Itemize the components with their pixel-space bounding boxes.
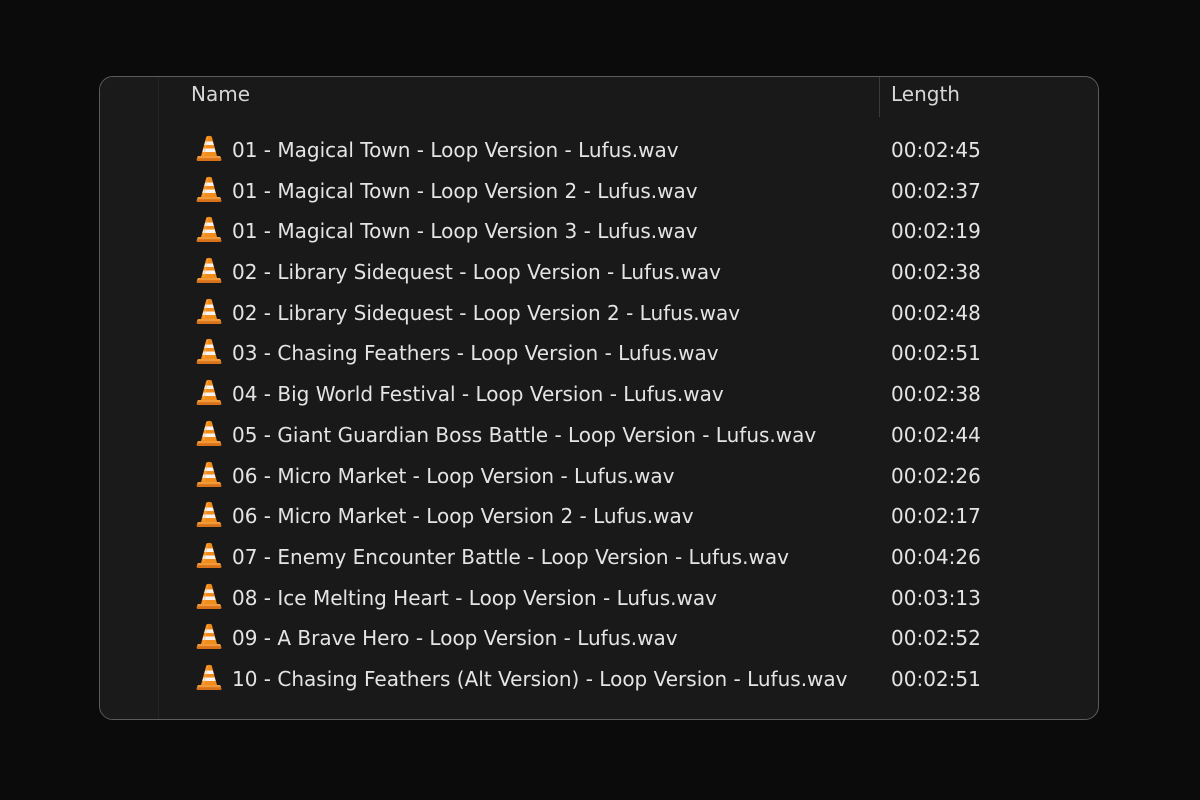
file-length: 00:03:13 [891,585,981,610]
file-name: 06 - Micro Market - Loop Version 2 - Luf… [232,504,694,529]
file-row[interactable]: 06 - Micro Market - Loop Version 2 - Luf… [159,497,1098,538]
vlc-cone-icon [196,176,222,202]
file-length: 00:02:37 [891,178,981,203]
file-row[interactable]: 06 - Micro Market - Loop Version - Lufus… [159,457,1098,498]
file-name: 02 - Library Sidequest - Loop Version - … [232,260,721,285]
navigation-pane [100,77,159,719]
vlc-cone-icon [196,583,222,609]
file-length: 00:04:26 [891,544,981,569]
file-row[interactable]: 03 - Chasing Feathers - Loop Version - L… [159,334,1098,375]
file-row[interactable]: 01 - Magical Town - Loop Version - Lufus… [159,131,1098,172]
column-header-name[interactable]: Name [191,81,250,107]
file-row[interactable]: 02 - Library Sidequest - Loop Version 2 … [159,294,1098,335]
file-row[interactable]: 04 - Big World Festival - Loop Version -… [159,375,1098,416]
file-length: 00:02:38 [891,260,981,285]
column-header-row: Name Length [159,77,1098,117]
file-name: 03 - Chasing Feathers - Loop Version - L… [232,341,719,366]
vlc-cone-icon [196,257,222,284]
file-name: 01 - Magical Town - Loop Version 3 - Luf… [232,219,698,244]
vlc-cone-icon [196,664,222,690]
vlc-cone-icon [196,339,222,365]
vlc-cone-icon [196,135,222,161]
file-name: 05 - Giant Guardian Boss Battle - Loop V… [232,422,817,447]
file-row[interactable]: 02 - Library Sidequest - Loop Version - … [159,253,1098,294]
file-row[interactable]: 07 - Enemy Encounter Battle - Loop Versi… [159,538,1098,579]
file-length: 00:02:51 [891,666,981,691]
column-divider[interactable] [879,77,880,117]
file-name: 08 - Ice Melting Heart - Loop Version - … [232,585,717,610]
file-length: 00:02:44 [891,422,981,447]
file-name: 07 - Enemy Encounter Battle - Loop Versi… [232,544,789,569]
vlc-cone-icon [196,298,222,324]
file-name: 10 - Chasing Feathers (Alt Version) - Lo… [232,666,848,691]
vlc-cone-icon [196,379,222,406]
vlc-cone-icon [196,624,222,650]
file-list: 01 - Magical Town - Loop Version - Lufus… [159,131,1098,701]
file-length: 00:02:48 [891,300,981,325]
vlc-cone-icon [196,502,222,528]
file-row[interactable]: 01 - Magical Town - Loop Version 3 - Luf… [159,212,1098,253]
vlc-cone-icon [196,461,222,487]
file-row[interactable]: 10 - Chasing Feathers (Alt Version) - Lo… [159,660,1098,701]
file-length: 00:02:51 [891,341,981,366]
file-name: 01 - Magical Town - Loop Version - Lufus… [232,138,679,162]
file-length: 00:02:26 [891,463,981,488]
file-name: 09 - A Brave Hero - Loop Version - Lufus… [232,626,678,651]
file-length: 00:02:52 [891,626,981,651]
file-row[interactable]: 09 - A Brave Hero - Loop Version - Lufus… [159,619,1098,660]
file-row[interactable]: 01 - Magical Town - Loop Version 2 - Luf… [159,172,1098,213]
file-name: 01 - Magical Town - Loop Version 2 - Luf… [232,178,698,203]
file-name: 02 - Library Sidequest - Loop Version 2 … [232,300,741,325]
vlc-cone-icon [196,217,222,243]
file-length: 00:02:38 [891,382,981,407]
column-header-length[interactable]: Length [891,81,960,107]
file-name: 04 - Big World Festival - Loop Version -… [232,382,724,407]
file-name: 06 - Micro Market - Loop Version - Lufus… [232,463,675,488]
file-length: 00:02:45 [891,138,981,162]
file-row[interactable]: 08 - Ice Melting Heart - Loop Version - … [159,579,1098,620]
file-explorer-window: Name Length 01 - Magical Town - Loop Ver… [99,76,1099,720]
vlc-cone-icon [196,420,222,446]
file-length: 00:02:19 [891,219,981,244]
vlc-cone-icon [196,542,222,568]
file-row[interactable]: 05 - Giant Guardian Boss Battle - Loop V… [159,416,1098,457]
file-length: 00:02:17 [891,504,981,529]
